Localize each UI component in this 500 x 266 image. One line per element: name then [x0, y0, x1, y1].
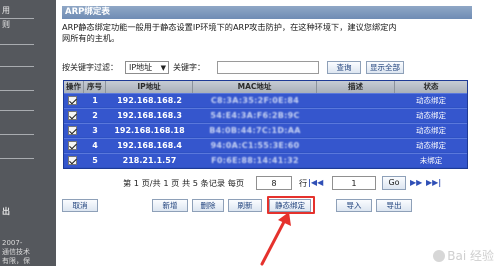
column-header: 描述 [317, 81, 395, 93]
sidebar-divider [0, 110, 34, 111]
row-ip: 218.21.1.57 [122, 156, 177, 165]
panel-title: ARP绑定表 [62, 6, 472, 19]
table-row[interactable]: 3 192.168.168.18 B4:0B:44:7C:1D:AA 动态绑定 [64, 123, 467, 137]
row-index: 2 [92, 111, 98, 120]
left-sidebar: 用 则 出 2007- 通信技术 有限，保 [0, 0, 56, 266]
go-button[interactable]: Go [382, 176, 406, 190]
delete-button[interactable]: 删除 [192, 199, 224, 212]
last-page-icon[interactable]: ▶▶| [426, 176, 441, 190]
row-mac: F0:6E:88:14:41:32 [211, 156, 299, 165]
row-description [317, 124, 395, 137]
column-header: 操作 [64, 81, 84, 93]
first-page-icon[interactable]: |◀◀ [308, 176, 323, 190]
row-index: 3 [92, 126, 98, 135]
keyword-input[interactable] [217, 61, 319, 74]
add-button[interactable]: 新增 [152, 199, 188, 212]
row-mac: C8:3A:35:2F:0E:84 [210, 96, 300, 105]
row-checkbox[interactable] [68, 96, 77, 105]
row-checkbox[interactable] [68, 141, 77, 150]
row-status: 动态绑定 [416, 126, 446, 135]
rows-unit-label: 行 [299, 178, 308, 188]
watermark-text: Bai 经验 [447, 249, 494, 263]
row-ip: 192.168.168.3 [117, 111, 182, 120]
red-arrow-icon [260, 212, 291, 266]
row-status: 动态绑定 [416, 141, 446, 150]
row-ip: 192.168.168.2 [117, 96, 182, 105]
table-row[interactable]: 2 192.168.168.3 54:E4:3A:F6:2B:9C 动态绑定 [64, 108, 467, 122]
row-description [317, 139, 395, 152]
show-all-button[interactable]: 显示全部 [366, 61, 404, 74]
next-page-icon[interactable]: ▶▶ [410, 176, 422, 190]
row-description [317, 94, 395, 107]
row-description [317, 154, 395, 167]
row-checkbox[interactable] [68, 111, 77, 120]
per-page-input[interactable]: 8 [256, 176, 292, 190]
column-header: 序号 [84, 81, 106, 93]
row-status: 动态绑定 [416, 111, 446, 120]
page-number-input[interactable]: 1 [332, 176, 376, 190]
arp-table: 操作 序号 IP地址 MAC地址 描述 状态 1 192.168.168.2 C… [63, 80, 468, 169]
row-mac: B4:0B:44:7C:1D:AA [209, 126, 301, 135]
sidebar-item[interactable]: 则 [2, 20, 10, 30]
chevron-down-icon: ▼ [160, 64, 166, 72]
panel-description: ARP静态绑定功能一般用于静态设置IP环境下的ARP攻击防护，在这种环境下，建议… [62, 22, 474, 44]
row-ip: 192.168.168.18 [114, 126, 185, 135]
row-mac: 94:0A:C1:55:3E:60 [210, 141, 300, 150]
sidebar-divider [0, 158, 34, 159]
row-mac: 54:E4:3A:F6:2B:9C [210, 111, 300, 120]
pagination-summary: 第 1 页/共 1 页 共 5 条记录 每页 [123, 178, 245, 188]
filter-label: 按关键字过滤： [62, 63, 118, 72]
row-index: 4 [92, 141, 98, 150]
pagination-bar: 第 1 页/共 1 页 共 5 条记录 每页 8 行 |◀◀ 1 Go ▶▶ ▶… [56, 176, 500, 190]
search-button[interactable]: 查询 [327, 61, 361, 74]
sidebar-divider [0, 90, 34, 91]
row-checkbox[interactable] [68, 156, 77, 165]
table-header: 操作 序号 IP地址 MAC地址 描述 状态 [64, 81, 467, 93]
import-button[interactable]: 导入 [336, 199, 372, 212]
watermark: Bai 经验 [433, 247, 494, 264]
description-line: ARP静态绑定功能一般用于静态设置IP环境下的ARP攻击防护，在这种环境下，建议… [62, 22, 397, 32]
row-index: 5 [92, 156, 98, 165]
row-ip: 192.168.168.4 [117, 141, 182, 150]
copyright-line: 2007- [2, 239, 23, 247]
row-status: 动态绑定 [416, 96, 446, 105]
filter-field-value: IP地址 [129, 63, 153, 72]
table-row[interactable]: 4 192.168.168.4 94:0A:C1:55:3E:60 动态绑定 [64, 138, 467, 152]
copyright-line: 有限，保 [2, 257, 30, 265]
sidebar-divider [0, 66, 34, 67]
paw-logo-icon [433, 250, 446, 262]
filter-field-select[interactable]: IP地址 ▼ [125, 61, 169, 74]
copyright-line: 通信技术 [2, 248, 30, 256]
description-line: 网所有的主机。 [62, 33, 120, 43]
keyword-label: 关键字： [173, 63, 205, 72]
column-header: IP地址 [106, 81, 193, 93]
export-button[interactable]: 导出 [376, 199, 412, 212]
refresh-button[interactable]: 刷新 [228, 199, 262, 212]
cancel-button[interactable]: 取消 [62, 199, 98, 212]
table-row[interactable]: 1 192.168.168.2 C8:3A:35:2F:0E:84 动态绑定 [64, 93, 467, 107]
row-status: 未绑定 [419, 156, 443, 165]
sidebar-divider [0, 44, 34, 45]
column-header: MAC地址 [193, 81, 317, 93]
table-row[interactable]: 5 218.21.1.57 F0:6E:88:14:41:32 未绑定 [64, 153, 467, 167]
sidebar-divider [0, 18, 34, 19]
sidebar-item[interactable]: 用 [2, 6, 10, 16]
row-index: 1 [92, 96, 98, 105]
row-checkbox[interactable] [68, 126, 77, 135]
sidebar-divider [0, 134, 34, 135]
sidebar-logout[interactable]: 出 [2, 207, 10, 217]
row-description [317, 109, 395, 122]
column-header[interactable]: 状态 [395, 81, 467, 93]
